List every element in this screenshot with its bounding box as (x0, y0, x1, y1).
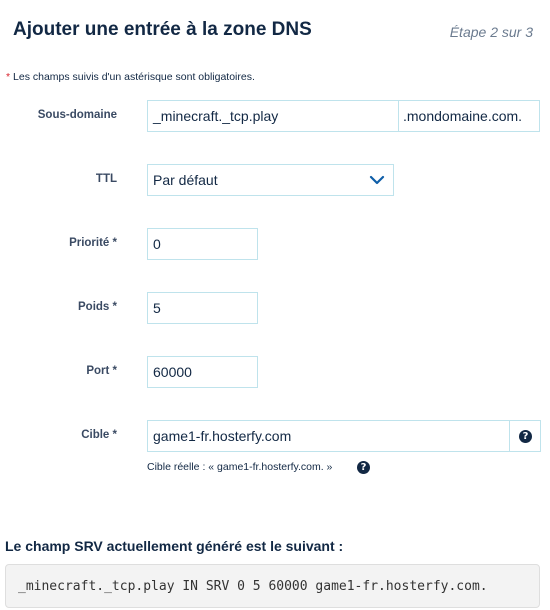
step-indicator: Étape 2 sur 3 (449, 24, 533, 40)
priority-label: Priorité * (69, 237, 117, 249)
subdomain-input[interactable]: _minecraft._tcp.play (147, 100, 399, 132)
subdomain-label: Sous-domaine (37, 109, 117, 121)
ttl-select[interactable]: Par défaut (147, 164, 394, 196)
ttl-selected-value: Par défaut (153, 172, 218, 188)
page-title: Ajouter une entrée à la zone DNS (13, 19, 312, 40)
generated-srv-record: _minecraft._tcp.play IN SRV 0 5 60000 ga… (5, 564, 540, 608)
port-label: Port * (86, 365, 117, 377)
target-hint: Cible réelle : « game1-fr.hosterfy.com. … (147, 461, 332, 473)
target-help-button[interactable]: ? (509, 420, 541, 452)
question-circle-icon: ? (519, 430, 532, 443)
generated-record-title: Le champ SRV actuellement généré est le … (5, 538, 344, 554)
ttl-label: TTL (95, 173, 117, 185)
port-input[interactable]: 60000 (147, 356, 258, 388)
weight-input[interactable]: 5 (147, 292, 258, 324)
target-hint-text: Cible réelle : « game1-fr.hosterfy.com. … (147, 461, 333, 473)
domain-suffix: .mondomaine.com. (398, 100, 540, 132)
target-label: Cible * (81, 429, 117, 441)
required-note-text: Les champs suivis d'un astérisque sont o… (10, 71, 255, 83)
chevron-down-icon (369, 175, 385, 185)
target-input[interactable]: game1-fr.hosterfy.com (147, 420, 510, 452)
question-circle-icon[interactable]: ? (357, 461, 370, 474)
required-fields-note: * Les champs suivis d'un astérisque sont… (6, 71, 255, 83)
weight-label: Poids * (78, 301, 117, 313)
priority-input[interactable]: 0 (147, 228, 258, 260)
